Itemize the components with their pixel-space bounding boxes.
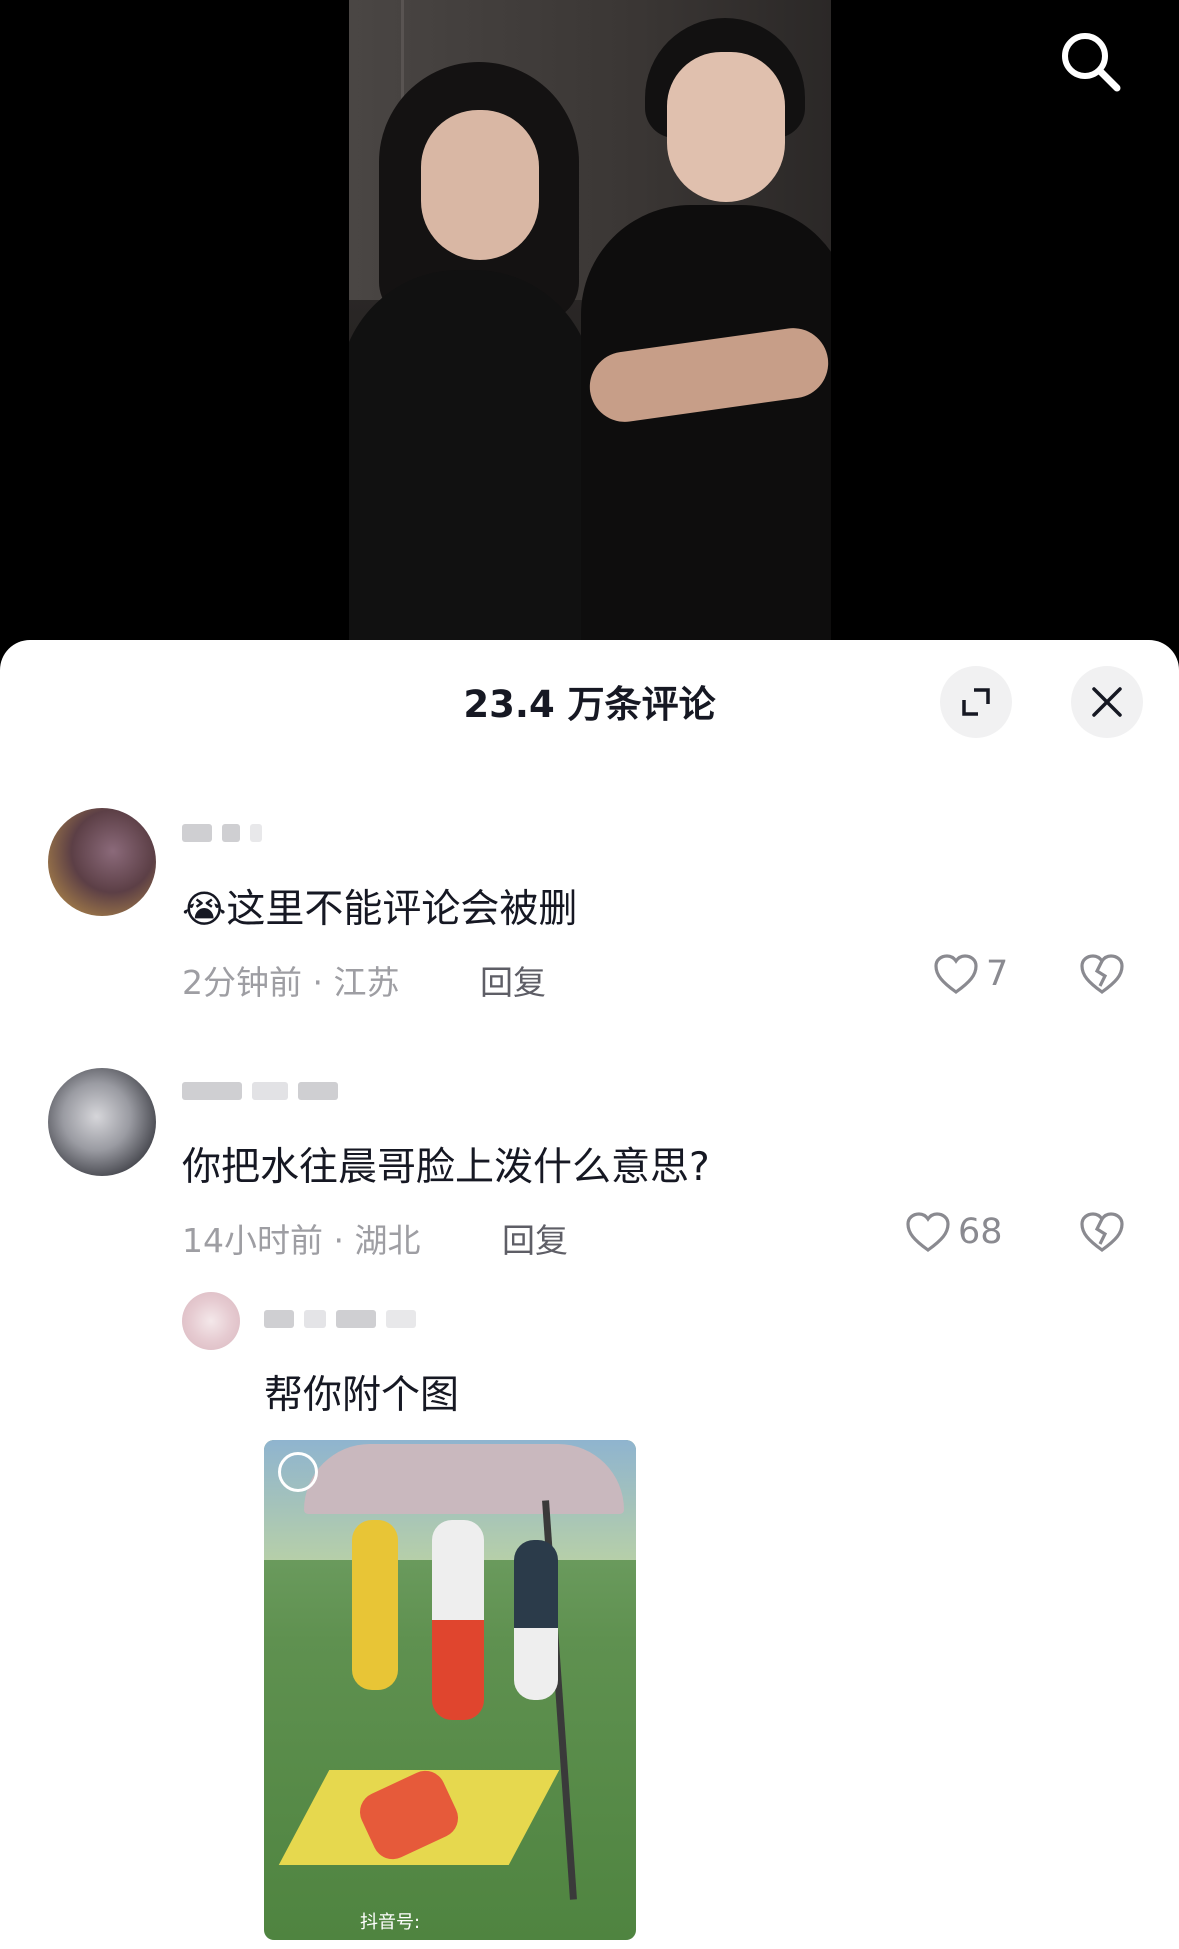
image-person-dark (514, 1540, 558, 1700)
comment-time-location: 14小时前 · 湖北 (182, 1221, 421, 1260)
heart-icon (934, 954, 978, 994)
avatar[interactable] (48, 1068, 156, 1176)
person-right-face (667, 52, 785, 202)
search-button[interactable] (1055, 26, 1127, 98)
close-icon (1092, 687, 1122, 717)
like-count: 68 (958, 1212, 1003, 1252)
video-frame[interactable] (349, 0, 831, 660)
username-redacted[interactable] (182, 820, 262, 846)
image-watermark: 抖音号: (360, 1912, 421, 1933)
broken-heart-icon (1080, 1212, 1124, 1252)
search-icon (1062, 33, 1121, 92)
avatar[interactable] (48, 808, 156, 916)
image-umbrella (304, 1444, 624, 1514)
dislike-button[interactable] (1078, 952, 1126, 1000)
person-left-face (421, 110, 539, 260)
username-redacted[interactable] (182, 1078, 338, 1104)
heart-icon (906, 1212, 950, 1252)
image-person-yellow (352, 1520, 398, 1690)
like-count: 7 (986, 954, 1009, 994)
broken-heart-icon (1080, 954, 1124, 994)
expand-button[interactable] (940, 666, 1012, 738)
close-button[interactable] (1071, 666, 1143, 738)
comment-text: 😭这里不能评论会被删 (182, 878, 577, 934)
crying-emoji: 😭 (182, 887, 227, 931)
reply-button[interactable]: 回复 (480, 956, 546, 1004)
comment-time-location: 2分钟前 · 江苏 (182, 963, 400, 1002)
reply-button[interactable]: 回复 (502, 1214, 568, 1262)
person-left-body (349, 270, 594, 660)
reply-attached-image[interactable]: 抖音号: (264, 1440, 636, 1940)
dislike-button[interactable] (1078, 1210, 1126, 1258)
live-icon (278, 1452, 318, 1492)
expand-icon (962, 688, 990, 716)
video-player[interactable] (0, 0, 1179, 680)
image-person-white (432, 1520, 484, 1720)
avatar[interactable] (182, 1292, 240, 1350)
like-button[interactable]: 7 (932, 952, 1008, 996)
comment-text: 你把水往晨哥脸上泼什么意思? (182, 1145, 710, 1190)
person-right-body (581, 205, 831, 660)
reply-text: 帮你附个图 (264, 1373, 460, 1418)
like-button[interactable]: 68 (904, 1210, 1003, 1254)
comment-body: 这里不能评论会被删 (226, 887, 578, 932)
comment-sheet: 23.4 万条评论 😭这里不能评论会被删 2分钟前 · 江苏 回复 7 你把水往… (0, 640, 1179, 1949)
username-redacted[interactable] (264, 1306, 416, 1332)
